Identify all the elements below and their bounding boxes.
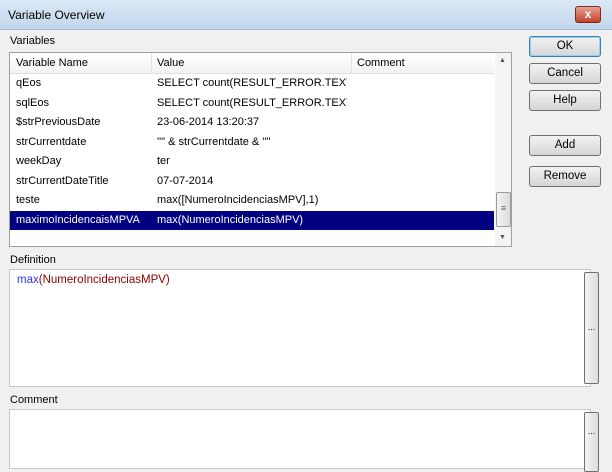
table-row[interactable]: maximoIncidencaisMPVA max(NumeroIncidenci… <box>10 210 494 230</box>
table-row[interactable]: sqlEos SELECT count(RESULT_ERROR.TEXT <box>10 94 494 113</box>
table-row[interactable]: teste max([NumeroIncidenciasMPV],1) <box>10 191 494 210</box>
remove-button[interactable]: Remove <box>529 166 601 187</box>
cell-name: maximoIncidencaisMPVA <box>16 213 140 226</box>
scroll-down-icon[interactable]: ▼ <box>499 234 506 241</box>
cell-value: 07-07-2014 <box>157 174 214 187</box>
table-row[interactable]: $strPreviousDate 23-06-2014 13:20:37 <box>10 113 494 132</box>
cell-value: max(NumeroIncidenciasMPV) <box>157 213 304 226</box>
comment-label: Comment <box>10 394 58 406</box>
comment-expand-button[interactable]: ... <box>584 412 599 472</box>
table-row[interactable]: strCurrentdate '"' & strCurrentdate & '"' <box>10 133 494 152</box>
definition-label: Definition <box>10 254 56 266</box>
help-button[interactable]: Help <box>529 90 601 111</box>
cell-value: max([NumeroIncidenciasMPV],1) <box>157 194 319 206</box>
cell-name: strCurrentDateTitle <box>16 174 109 187</box>
cell-name: sqlEos <box>16 96 50 109</box>
cell-value: 23-06-2014 13:20:37 <box>157 116 260 128</box>
cell-name: weekDay <box>16 155 62 167</box>
cell-value: ter <box>157 155 170 167</box>
title-bar: Variable Overview x <box>0 0 612 30</box>
cell-value: SELECT count(RESULT_ERROR.TEXT <box>157 77 347 89</box>
table-row[interactable]: weekDay ter <box>10 152 494 171</box>
definition-editor[interactable]: max(NumeroIncidenciasMPV) ... <box>9 269 599 387</box>
vertical-scrollbar[interactable]: ▲ ≡ ▼ <box>495 53 511 246</box>
variables-label: Variables <box>10 35 56 47</box>
definition-expand-button[interactable]: ... <box>584 272 599 384</box>
definition-function: max <box>17 274 39 286</box>
cell-name: strCurrentdate <box>16 135 87 148</box>
cell-name: qEos <box>16 77 42 89</box>
cell-value: SELECT count(RESULT_ERROR.TEXT <box>157 96 347 109</box>
variables-list[interactable]: Variable Name Value Comment qEos SELECT c… <box>9 52 512 247</box>
list-header: Variable Name Value Comment <box>10 53 494 74</box>
cell-value: '"' & strCurrentdate & '"' <box>157 135 271 148</box>
add-button[interactable]: Add <box>529 135 601 156</box>
column-header-name[interactable]: Variable Name <box>16 57 88 69</box>
table-row[interactable]: qEos SELECT count(RESULT_ERROR.TEXT <box>10 74 494 93</box>
scroll-thumb[interactable]: ≡ <box>496 192 511 227</box>
column-header-value[interactable]: Value <box>157 57 184 69</box>
definition-args: (NumeroIncidenciasMPV) <box>38 274 170 286</box>
scroll-up-icon[interactable]: ▲ <box>499 57 506 64</box>
table-row[interactable]: strCurrentDateTitle 07-07-2014 <box>10 172 494 191</box>
comment-editor[interactable]: ... <box>9 409 599 472</box>
close-button[interactable]: x <box>575 6 601 23</box>
cell-name: teste <box>16 194 40 206</box>
cancel-button[interactable]: Cancel <box>529 63 601 84</box>
cell-name: $strPreviousDate <box>16 116 101 128</box>
ok-button[interactable]: OK <box>529 36 601 57</box>
column-header-comment[interactable]: Comment <box>357 57 405 69</box>
window-title: Variable Overview <box>8 8 105 22</box>
